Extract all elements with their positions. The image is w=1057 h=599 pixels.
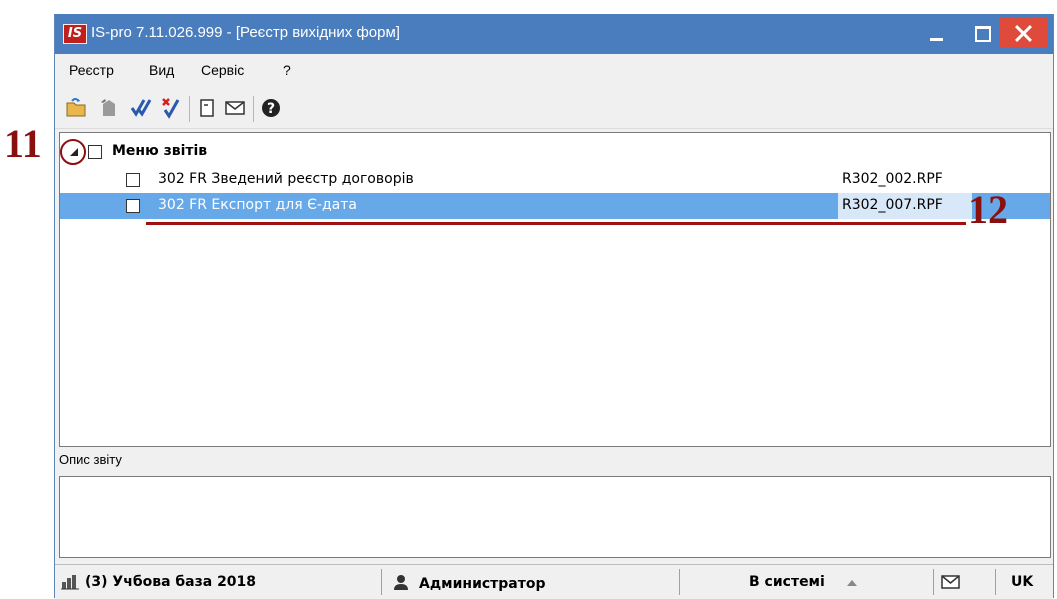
state-text: В системі <box>749 574 825 590</box>
report-name: 302 FR Зведений реєстр договорів <box>158 171 414 187</box>
check-all-icon[interactable] <box>129 96 153 120</box>
close-button[interactable] <box>999 18 1047 48</box>
language-code: UK <box>1011 574 1034 590</box>
file-cell: R302_007.RPF <box>838 193 972 219</box>
envelope-icon <box>941 573 961 595</box>
user-name: Администратор <box>419 576 546 592</box>
status-user[interactable]: Администратор <box>383 569 680 595</box>
user-icon <box>393 574 409 594</box>
menu-view[interactable]: Вид <box>149 62 174 78</box>
minimize-button[interactable] <box>913 14 959 54</box>
status-state[interactable]: В системі <box>681 569 934 595</box>
file-cell: R302_002.RPF <box>838 167 972 193</box>
description-area[interactable] <box>59 476 1051 558</box>
report-tree[interactable]: Меню звітів 302 FR Зведений реєстр догов… <box>59 132 1051 447</box>
status-bar: (3) Учбова база 2018 Администратор В сис… <box>55 564 1053 599</box>
callout-11: 11 <box>4 121 42 166</box>
database-name: (3) Учбова база 2018 <box>85 574 257 590</box>
menu-registry[interactable]: Реєстр <box>69 62 114 78</box>
toolbar-separator <box>189 96 190 122</box>
tree-root-label: Меню звітів <box>112 143 208 159</box>
help-icon[interactable]: ? <box>259 96 283 120</box>
status-mail[interactable] <box>935 569 996 595</box>
report-file: R302_007.RPF <box>842 197 943 213</box>
callout-underline <box>146 222 966 225</box>
report-file: R302_002.RPF <box>842 171 943 187</box>
database-icon <box>61 574 81 594</box>
uncheck-all-icon[interactable] <box>159 96 183 120</box>
envelope-icon[interactable] <box>223 96 247 120</box>
title-bar[interactable]: IS IS-pro 7.11.026.999 - [Реєстр вихідни… <box>55 14 1053 54</box>
tree-row-selected[interactable]: 302 FR Експорт для Є-дата R302_007.RPF <box>60 193 1050 219</box>
caret-up-icon <box>847 580 857 586</box>
row-checkbox[interactable] <box>126 199 140 213</box>
toolbar: ? <box>55 88 1053 129</box>
open-folder-icon[interactable] <box>65 96 89 120</box>
menu-bar: Реєстр Вид Сервіс ? <box>55 54 1053 88</box>
callout-circle <box>60 139 86 165</box>
svg-text:?: ? <box>267 101 275 117</box>
menu-help[interactable]: ? <box>283 62 291 78</box>
callout-12: 12 <box>968 187 1008 232</box>
status-database[interactable]: (3) Учбова база 2018 <box>55 569 382 595</box>
form-icon[interactable] <box>195 96 219 120</box>
app-logo-icon: IS <box>63 24 87 44</box>
status-language[interactable]: UK <box>997 569 1053 595</box>
root-checkbox[interactable] <box>88 145 102 159</box>
app-window: IS IS-pro 7.11.026.999 - [Реєстр вихідни… <box>54 14 1054 599</box>
toolbar-separator <box>253 96 254 122</box>
document-gray-icon[interactable] <box>97 96 121 120</box>
description-label: Опис звіту <box>59 452 122 467</box>
tree-root-row[interactable]: Меню звітів <box>60 139 1050 165</box>
window-title: IS-pro 7.11.026.999 - [Реєстр вихідних ф… <box>91 24 400 41</box>
tree-row[interactable]: 302 FR Зведений реєстр договорів R302_00… <box>60 167 1050 193</box>
menu-service[interactable]: Сервіс <box>201 62 244 78</box>
row-checkbox[interactable] <box>126 173 140 187</box>
report-name: 302 FR Експорт для Є-дата <box>158 197 357 213</box>
